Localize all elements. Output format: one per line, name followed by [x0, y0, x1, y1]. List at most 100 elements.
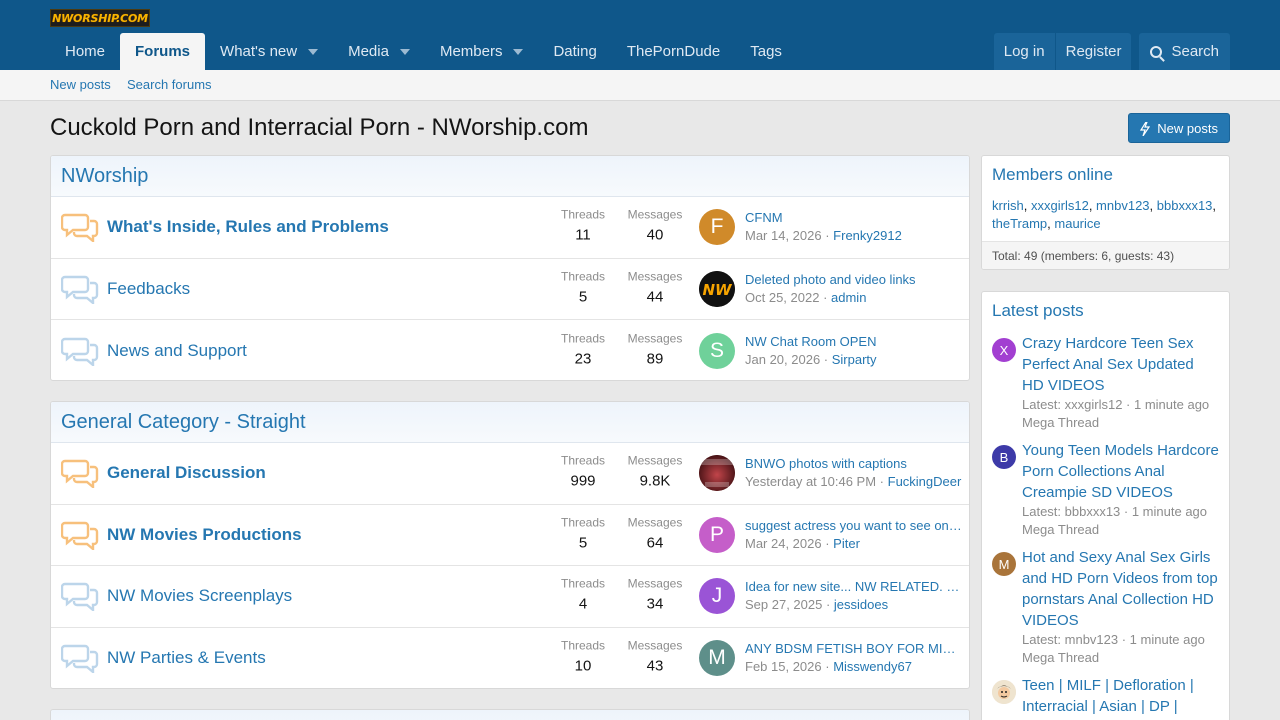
avatar[interactable]: F [699, 209, 735, 246]
last-post-title-link[interactable]: Deleted photo and video links [745, 271, 963, 289]
last-post-user-link[interactable]: Frenky2912 [833, 228, 902, 243]
member-link[interactable]: mnbv123 [1096, 198, 1149, 213]
last-post-meta: Mar 14, 2026 · Frenky2912 [745, 228, 902, 244]
avatar[interactable]: X [992, 338, 1016, 362]
last-post-date[interactable]: Oct 25, 2022 [745, 290, 819, 305]
forum-icon[interactable] [60, 336, 99, 368]
nav-tab-members[interactable]: Members [425, 33, 539, 70]
latest-post-forum[interactable]: Mega Thread [1022, 521, 1219, 539]
nav-tab-whats-new[interactable]: What's new [205, 33, 333, 70]
forum-icon[interactable] [60, 274, 99, 306]
category-block-next [50, 709, 970, 720]
latest-post-title-link[interactable]: Teen | MILF | Defloration | Interracial … [1022, 675, 1219, 717]
latest-post-forum[interactable]: Mega Thread [1022, 414, 1219, 432]
avatar-letter: F [710, 215, 724, 239]
search-forums-link[interactable]: Search forums [127, 77, 212, 92]
latest-post-title-link[interactable]: Young Teen Models Hardcore Porn Collecti… [1022, 440, 1219, 503]
last-post-meta: Sep 27, 2025 · jessidoes [745, 597, 889, 613]
nav-tab-dating[interactable]: Dating [538, 33, 611, 70]
chevron-down-icon[interactable] [513, 48, 524, 55]
avatar[interactable]: B [992, 445, 1016, 469]
avatar[interactable]: S [699, 332, 735, 369]
nav-tab-home[interactable]: Home [50, 33, 120, 70]
last-post-date[interactable]: Sep 27, 2025 [745, 597, 822, 612]
messages-label: Messages [627, 515, 683, 530]
latest-posts-title[interactable]: Latest posts [982, 292, 1229, 325]
member-link[interactable]: krrish [992, 198, 1024, 213]
last-post-user-link[interactable]: jessidoes [834, 597, 888, 612]
category-title[interactable]: NWorship [51, 156, 969, 197]
register-button[interactable]: Register [1054, 33, 1132, 70]
forum-title-link[interactable]: News and Support [107, 341, 247, 361]
nav-tab-media[interactable]: Media [333, 33, 425, 70]
last-post-title-link[interactable]: BNWO photos with captions [745, 455, 963, 473]
last-post-title-link[interactable]: NW Chat Room OPEN [745, 333, 963, 351]
member-link[interactable]: theTramp [992, 216, 1047, 231]
threads-label: Threads [560, 453, 606, 468]
last-post-title-link[interactable]: ANY BDSM FETISH BOY FOR MISTRESS [745, 640, 963, 658]
login-button[interactable]: Log in [993, 33, 1055, 70]
avatar[interactable]: J [699, 578, 735, 615]
last-post-user-link[interactable]: Misswendy67 [833, 659, 912, 674]
forum-title-link[interactable]: Feedbacks [107, 279, 190, 299]
new-posts-button[interactable]: New posts [1128, 113, 1230, 143]
forum-icon[interactable] [60, 520, 99, 552]
chevron-down-icon[interactable] [399, 48, 410, 55]
forum-title-link[interactable]: NW Parties & Events [107, 648, 266, 668]
last-post-user-link[interactable]: FuckingDeer [888, 474, 962, 489]
forum-icon[interactable] [60, 581, 99, 613]
last-post-user-link[interactable]: Piter [833, 536, 860, 551]
messages-stat: Messages 44 [625, 269, 685, 308]
members-online-list: krrish, xxxgirls12, mnbv123, bbbxxx13, t… [982, 189, 1229, 241]
member-link[interactable]: xxxgirls12 [1031, 198, 1089, 213]
last-post-date[interactable]: Mar 14, 2026 [745, 228, 822, 243]
avatar[interactable] [699, 455, 735, 492]
category-title[interactable]: General Category - Straight [51, 402, 969, 443]
last-post-title-link[interactable]: suggest actress you want to see on NW [745, 517, 963, 535]
avatar[interactable] [992, 680, 1016, 704]
nav-tab-theporndude[interactable]: ThePornDude [612, 33, 735, 70]
avatar[interactable]: M [992, 552, 1016, 576]
last-post-title-link[interactable]: Idea for new site... NW RELATED. Need fe… [745, 578, 963, 596]
forum-row: Feedbacks Threads 5 Messages 44 NW Deleted pho… [51, 259, 969, 320]
avatar[interactable]: NW [699, 270, 735, 307]
forum-title-link[interactable]: What's Inside, Rules and Problems [107, 217, 389, 237]
last-post-date[interactable]: Yesterday at 10:46 PM [745, 474, 876, 489]
member-link[interactable]: maurice [1054, 216, 1100, 231]
site-logo[interactable]: NWORSHIP.COM [50, 9, 150, 27]
avatar[interactable]: M [699, 640, 735, 677]
latest-post-title-link[interactable]: Hot and Sexy Anal Sex Girls and HD Porn … [1022, 547, 1219, 631]
latest-post-forum[interactable]: Mega Thread [1022, 649, 1219, 667]
nav-tab-label: ThePornDude [626, 43, 721, 60]
nav-tab-label: Members [439, 43, 503, 60]
avatar[interactable]: P [699, 516, 735, 553]
forum-icon[interactable] [60, 643, 99, 675]
nw-logo-icon: NW [699, 270, 735, 307]
nav-tab-tags[interactable]: Tags [735, 33, 797, 70]
search-button[interactable]: Search [1139, 33, 1230, 70]
last-post-date[interactable]: Jan 20, 2026 [745, 352, 820, 367]
last-post-user-link[interactable]: admin [831, 290, 866, 305]
latest-post-title-link[interactable]: Crazy Hardcore Teen Sex Perfect Anal Sex… [1022, 333, 1219, 396]
forum-row: What's Inside, Rules and Problems Threads… [51, 197, 969, 259]
forum-icon[interactable] [60, 212, 99, 244]
new-posts-link[interactable]: New posts [50, 77, 111, 92]
threads-stat: Threads 5 [558, 515, 608, 554]
messages-count: 44 [646, 288, 664, 306]
svg-text:NW: NW [702, 281, 733, 299]
last-post-meta: Mar 24, 2026 · Piter [745, 535, 860, 551]
chevron-down-icon[interactable] [308, 48, 319, 55]
forum-icon[interactable] [60, 458, 99, 490]
nav-tab-forums[interactable]: Forums [120, 33, 206, 70]
forum-title-link[interactable]: NW Movies Productions [107, 525, 302, 545]
last-post-user-link[interactable]: Sirparty [832, 352, 877, 367]
forum-title-link[interactable]: NW Movies Screenplays [107, 586, 292, 606]
messages-stat: Messages 64 [625, 515, 685, 554]
forum-title-link[interactable]: General Discussion [107, 463, 266, 483]
last-post-date[interactable]: Mar 24, 2026 [745, 536, 822, 551]
last-post-title-link[interactable]: CFNM [745, 209, 963, 227]
members-online-title[interactable]: Members online [982, 156, 1229, 189]
member-link[interactable]: bbbxxx13 [1157, 198, 1213, 213]
sub-nav: New posts Search forums [0, 70, 1280, 101]
last-post-date[interactable]: Feb 15, 2026 [745, 659, 822, 674]
